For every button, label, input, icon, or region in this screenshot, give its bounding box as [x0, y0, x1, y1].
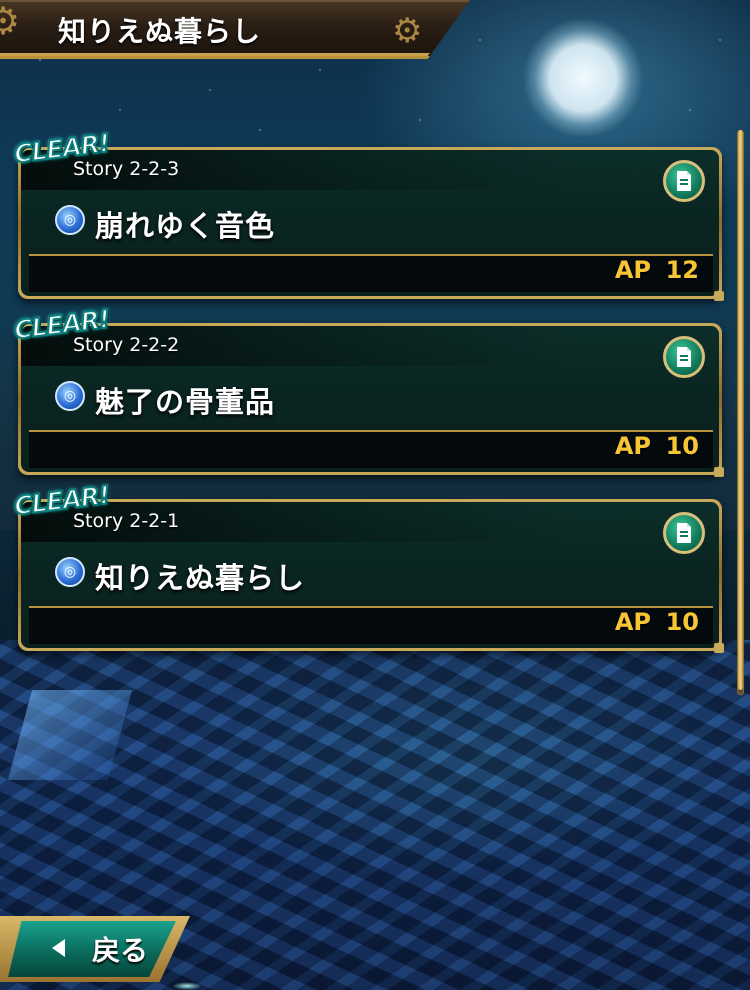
gear-icon: ⚙ — [392, 11, 423, 51]
chapter-title: 知りえぬ暮らし — [58, 15, 262, 48]
document-icon[interactable] — [663, 160, 705, 202]
story-code: Story 2-2-2 — [73, 334, 180, 356]
ap-label: AP — [614, 256, 651, 284]
ap-cost: 10 — [665, 608, 699, 636]
sparkle-effect — [172, 982, 202, 990]
story-card[interactable]: Story 2-2-3 ◎ 崩れゆく音色 AP 12 — [18, 147, 724, 301]
water-drop-icon: ◎ — [55, 205, 85, 235]
ap-label: AP — [614, 608, 651, 636]
story-title: 崩れゆく音色 — [95, 209, 276, 243]
back-button-face[interactable]: 戻る — [8, 921, 176, 977]
ap-cost: 12 — [665, 256, 699, 284]
gear-icon: ⚙ — [0, 0, 21, 43]
story-card-body[interactable]: Story 2-2-2 ◎ 魅了の骨董品 AP 10 — [21, 326, 719, 472]
document-icon[interactable] — [663, 512, 705, 554]
story-card[interactable]: Story 2-2-2 ◎ 魅了の骨董品 AP 10 — [18, 323, 724, 477]
card-corner — [714, 643, 724, 653]
ap-cost-bar: AP 10 — [29, 606, 713, 644]
scrollbar-thumb[interactable] — [738, 130, 743, 690]
back-button-label: 戻る — [92, 934, 149, 967]
chapter-header: ⚙ ⚙ 知りえぬ暮らし — [0, 0, 470, 59]
back-button[interactable]: 戻る — [0, 916, 190, 982]
story-code: Story 2-2-3 — [73, 158, 180, 180]
water-drop-icon: ◎ — [55, 557, 85, 587]
story-code: Story 2-2-1 — [73, 510, 180, 532]
ap-cost-bar: AP 12 — [29, 254, 713, 292]
card-corner — [714, 467, 724, 477]
chevron-left-icon — [52, 939, 65, 957]
story-card-body[interactable]: Story 2-2-3 ◎ 崩れゆく音色 AP 12 — [21, 150, 719, 296]
story-title: 知りえぬ暮らし — [95, 561, 306, 595]
ap-cost-bar: AP 10 — [29, 430, 713, 468]
card-corner — [714, 291, 724, 301]
ap-label: AP — [614, 432, 651, 460]
story-card[interactable]: Story 2-2-1 ◎ 知りえぬ暮らし AP 10 — [18, 499, 724, 653]
story-title: 魅了の骨董品 — [95, 385, 276, 419]
water-drop-icon: ◎ — [55, 381, 85, 411]
story-card-body[interactable]: Story 2-2-1 ◎ 知りえぬ暮らし AP 10 — [21, 502, 719, 648]
ap-cost: 10 — [665, 432, 699, 460]
document-icon[interactable] — [663, 336, 705, 378]
